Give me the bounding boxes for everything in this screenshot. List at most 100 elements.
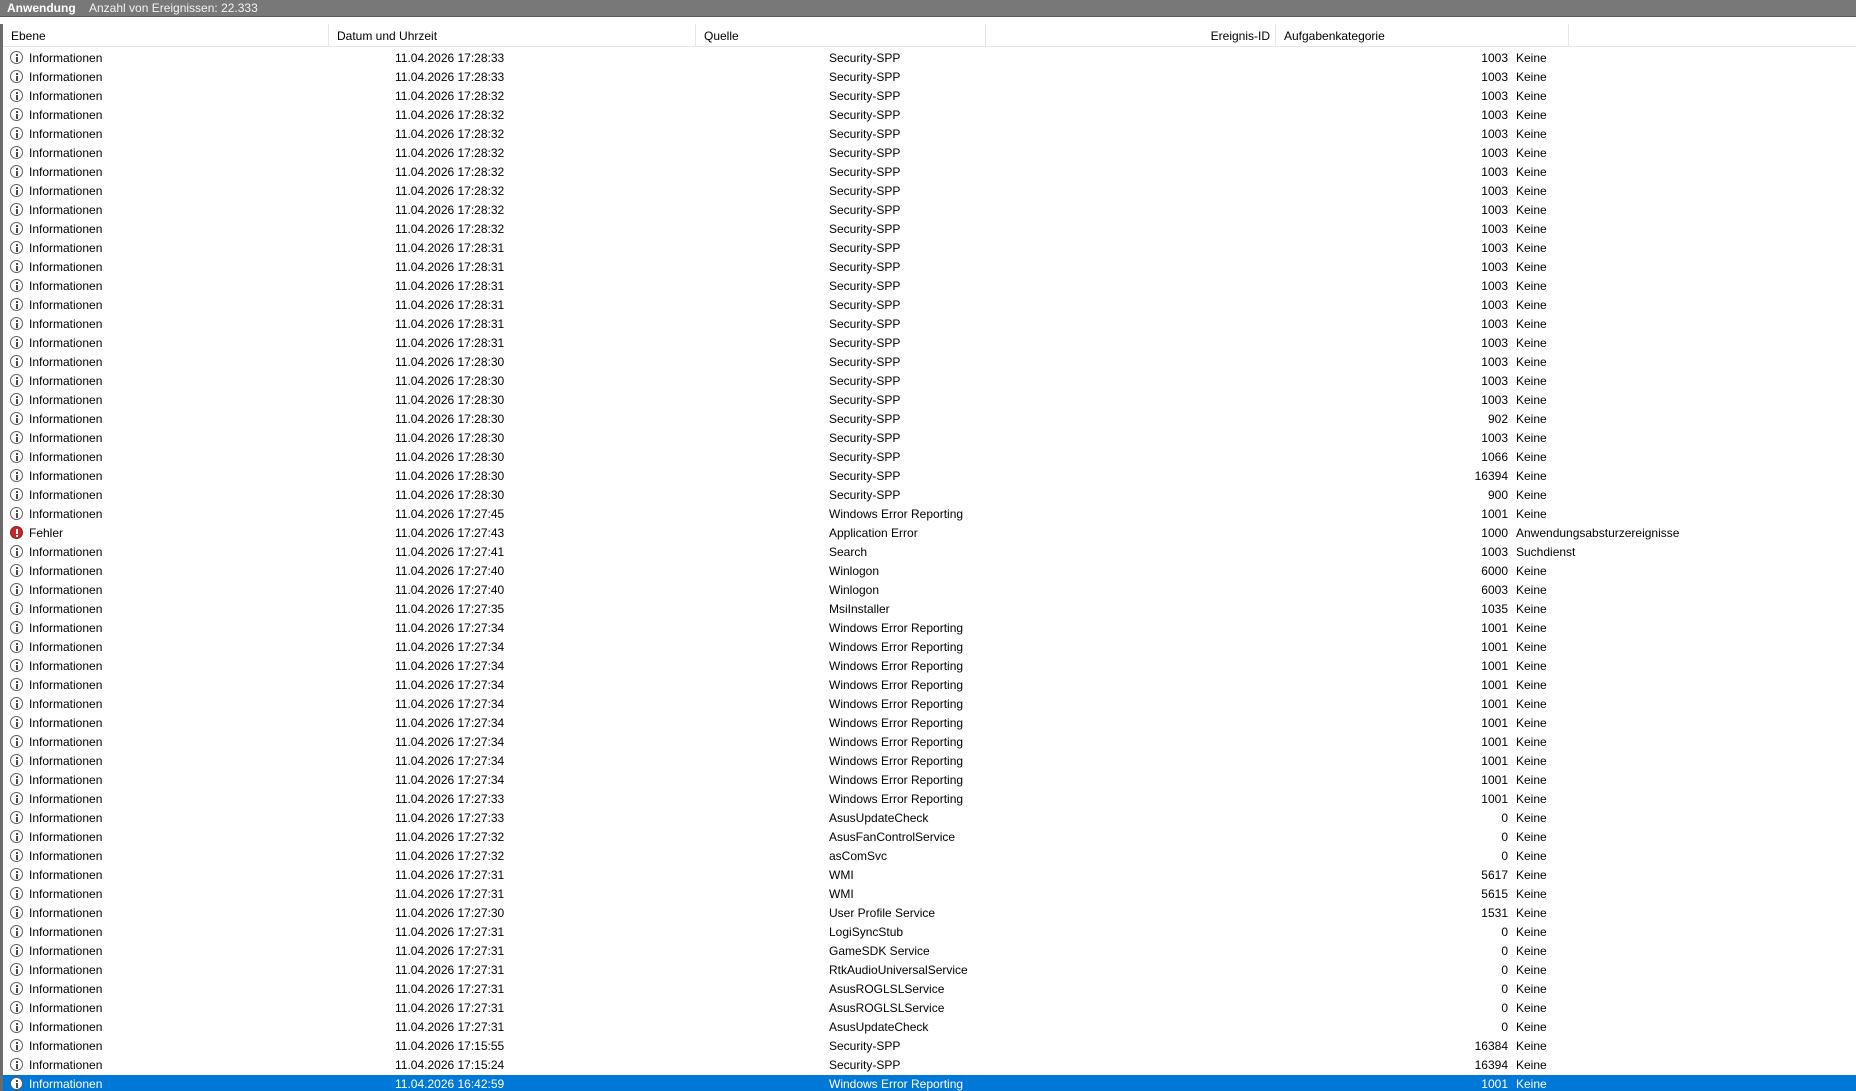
event-level: Informationen bbox=[29, 1020, 103, 1034]
event-row[interactable]: Informationen 11.04.2026 17:27:31 GameSDK … bbox=[3, 942, 1856, 961]
event-category: Suchdienst bbox=[1516, 545, 1576, 559]
event-row[interactable]: Informationen 11.04.2026 17:27:40 Winlogon… bbox=[3, 562, 1856, 581]
info-icon bbox=[10, 279, 23, 292]
event-datetime: 11.04.2026 17:28:30 bbox=[395, 412, 505, 426]
event-row[interactable]: Informationen 11.04.2026 17:28:32 Security… bbox=[3, 125, 1856, 144]
event-row[interactable]: Informationen 11.04.2026 17:28:30 Security… bbox=[3, 467, 1856, 486]
event-source: Windows Error Reporting bbox=[829, 735, 964, 749]
event-row[interactable]: Informationen 11.04.2026 17:15:24 Security… bbox=[3, 1056, 1856, 1075]
event-row[interactable]: Informationen 11.04.2026 17:27:31 AsusUpda… bbox=[3, 1018, 1856, 1037]
event-row[interactable]: Informationen 11.04.2026 17:28:32 Security… bbox=[3, 182, 1856, 201]
event-row[interactable]: Informationen 11.04.2026 17:27:45 Windows … bbox=[3, 505, 1856, 524]
event-row[interactable]: Informationen 11.04.2026 16:42:59 Windows … bbox=[3, 1075, 1856, 1091]
info-icon bbox=[10, 773, 23, 786]
event-row[interactable]: Informationen 11.04.2026 17:27:31 WMI 5617 K… bbox=[3, 866, 1856, 885]
event-category: Keine bbox=[1516, 621, 1547, 635]
event-row[interactable]: Informationen 11.04.2026 17:27:35 MsiInsta… bbox=[3, 600, 1856, 619]
event-row[interactable]: Informationen 11.04.2026 17:28:31 Security… bbox=[3, 296, 1856, 315]
event-row[interactable]: Informationen 11.04.2026 17:27:34 Windows … bbox=[3, 771, 1856, 790]
event-datetime: 11.04.2026 17:27:34 bbox=[395, 773, 505, 787]
event-datetime: 11.04.2026 17:27:43 bbox=[395, 526, 505, 540]
event-source: Security-SPP bbox=[829, 355, 901, 369]
event-row[interactable]: Informationen 11.04.2026 17:28:31 Security… bbox=[3, 277, 1856, 296]
event-row[interactable]: Informationen 11.04.2026 17:28:32 Security… bbox=[3, 220, 1856, 239]
event-row[interactable]: Informationen 11.04.2026 17:27:33 AsusUpda… bbox=[3, 809, 1856, 828]
event-row[interactable]: Informationen 11.04.2026 17:27:41 Search 10… bbox=[3, 543, 1856, 562]
event-id: 900 bbox=[1487, 488, 1508, 502]
event-row[interactable]: Fehler 11.04.2026 17:27:43 Application Err… bbox=[3, 524, 1856, 543]
event-row[interactable]: Informationen 11.04.2026 17:28:32 Security… bbox=[3, 106, 1856, 125]
event-level: Informationen bbox=[29, 925, 103, 939]
event-row[interactable]: Informationen 11.04.2026 17:27:33 Windows … bbox=[3, 790, 1856, 809]
event-id: 902 bbox=[1487, 412, 1508, 426]
event-row[interactable]: Informationen 11.04.2026 17:27:31 AsusROGL… bbox=[3, 980, 1856, 999]
column-header-category[interactable]: Aufgabenkategorie bbox=[1276, 24, 1569, 46]
event-id: 1003 bbox=[1481, 146, 1508, 160]
event-id: 0 bbox=[1501, 944, 1508, 958]
event-source: Windows Error Reporting bbox=[829, 621, 964, 635]
info-icon bbox=[10, 412, 23, 425]
event-row[interactable]: Informationen 11.04.2026 17:27:32 AsusFanC… bbox=[3, 828, 1856, 847]
event-level: Informationen bbox=[29, 127, 103, 141]
info-icon bbox=[10, 469, 23, 482]
event-row[interactable]: Informationen 11.04.2026 17:28:30 Security… bbox=[3, 372, 1856, 391]
event-row[interactable]: Informationen 11.04.2026 17:27:34 Windows … bbox=[3, 752, 1856, 771]
event-category: Keine bbox=[1516, 70, 1547, 84]
event-source: AsusUpdateCheck bbox=[829, 1020, 929, 1034]
event-row[interactable]: Informationen 11.04.2026 17:27:34 Windows … bbox=[3, 676, 1856, 695]
event-source: Security-SPP bbox=[829, 1039, 901, 1053]
event-row[interactable]: Informationen 11.04.2026 17:28:30 Security… bbox=[3, 448, 1856, 467]
event-row[interactable]: Informationen 11.04.2026 17:28:30 Security… bbox=[3, 429, 1856, 448]
column-header-source[interactable]: Quelle bbox=[696, 24, 986, 46]
event-row[interactable]: Informationen 11.04.2026 17:15:55 Security… bbox=[3, 1037, 1856, 1056]
event-row[interactable]: Informationen 11.04.2026 17:28:31 Security… bbox=[3, 239, 1856, 258]
event-row[interactable]: Informationen 11.04.2026 17:28:33 Security… bbox=[3, 49, 1856, 68]
event-id: 1003 bbox=[1481, 260, 1508, 274]
event-source: WMI bbox=[829, 868, 854, 882]
column-header-event-id[interactable]: Ereignis-ID bbox=[986, 24, 1276, 46]
event-datetime: 11.04.2026 17:27:34 bbox=[395, 659, 505, 673]
event-row[interactable]: Informationen 11.04.2026 17:27:30 User Pro… bbox=[3, 904, 1856, 923]
event-row[interactable]: Informationen 11.04.2026 17:28:30 Security… bbox=[3, 410, 1856, 429]
event-row[interactable]: Informationen 11.04.2026 17:28:30 Security… bbox=[3, 486, 1856, 505]
event-row[interactable]: Informationen 11.04.2026 17:28:30 Security… bbox=[3, 353, 1856, 372]
column-header-date[interactable]: Datum und Uhrzeit bbox=[329, 24, 696, 46]
event-row[interactable]: Informationen 11.04.2026 17:28:31 Security… bbox=[3, 258, 1856, 277]
event-category: Keine bbox=[1516, 583, 1547, 597]
event-source: AsusUpdateCheck bbox=[829, 811, 929, 825]
event-datetime: 11.04.2026 17:27:31 bbox=[395, 944, 505, 958]
event-row[interactable]: Informationen 11.04.2026 17:28:33 Security… bbox=[3, 68, 1856, 87]
event-row[interactable]: Informationen 11.04.2026 17:28:32 Security… bbox=[3, 163, 1856, 182]
event-level: Informationen bbox=[29, 697, 103, 711]
event-row[interactable]: Informationen 11.04.2026 17:27:31 AsusROGL… bbox=[3, 999, 1856, 1018]
event-id: 0 bbox=[1501, 1001, 1508, 1015]
event-row[interactable]: Informationen 11.04.2026 17:27:40 Winlogon… bbox=[3, 581, 1856, 600]
event-row[interactable]: Informationen 11.04.2026 17:27:31 WMI 5615 K… bbox=[3, 885, 1856, 904]
event-row[interactable]: Informationen 11.04.2026 17:27:34 Windows … bbox=[3, 695, 1856, 714]
event-row[interactable]: Informationen 11.04.2026 17:27:32 asComSvc… bbox=[3, 847, 1856, 866]
event-row[interactable]: Informationen 11.04.2026 17:27:34 Windows … bbox=[3, 657, 1856, 676]
event-source: Windows Error Reporting bbox=[829, 640, 964, 654]
event-row[interactable]: Informationen 11.04.2026 17:27:34 Windows … bbox=[3, 619, 1856, 638]
event-datetime: 11.04.2026 17:27:40 bbox=[395, 564, 505, 578]
event-row[interactable]: Informationen 11.04.2026 17:27:31 RtkAudio… bbox=[3, 961, 1856, 980]
event-row[interactable]: Informationen 11.04.2026 17:28:31 Security… bbox=[3, 315, 1856, 334]
info-icon bbox=[10, 830, 23, 843]
event-datetime: 11.04.2026 17:28:30 bbox=[395, 431, 505, 445]
event-row[interactable]: Informationen 11.04.2026 17:28:30 Security… bbox=[3, 391, 1856, 410]
event-row[interactable]: Informationen 11.04.2026 17:27:34 Windows … bbox=[3, 638, 1856, 657]
event-row[interactable]: Informationen 11.04.2026 17:28:31 Security… bbox=[3, 334, 1856, 353]
event-level: Informationen bbox=[29, 792, 103, 806]
info-icon bbox=[10, 450, 23, 463]
event-row[interactable]: Informationen 11.04.2026 17:28:32 Security… bbox=[3, 201, 1856, 220]
event-source: Windows Error Reporting bbox=[829, 792, 964, 806]
event-row[interactable]: Informationen 11.04.2026 17:28:32 Security… bbox=[3, 87, 1856, 106]
event-id: 1531 bbox=[1481, 906, 1508, 920]
event-row[interactable]: Informationen 11.04.2026 17:27:31 LogiSync… bbox=[3, 923, 1856, 942]
event-row[interactable]: Informationen 11.04.2026 17:27:34 Windows … bbox=[3, 714, 1856, 733]
event-category: Keine bbox=[1516, 51, 1547, 65]
column-header-level[interactable]: Ebene bbox=[3, 24, 329, 46]
event-row[interactable]: Informationen 11.04.2026 17:28:32 Security… bbox=[3, 144, 1856, 163]
event-category: Keine bbox=[1516, 1001, 1547, 1015]
event-row[interactable]: Informationen 11.04.2026 17:27:34 Windows … bbox=[3, 733, 1856, 752]
